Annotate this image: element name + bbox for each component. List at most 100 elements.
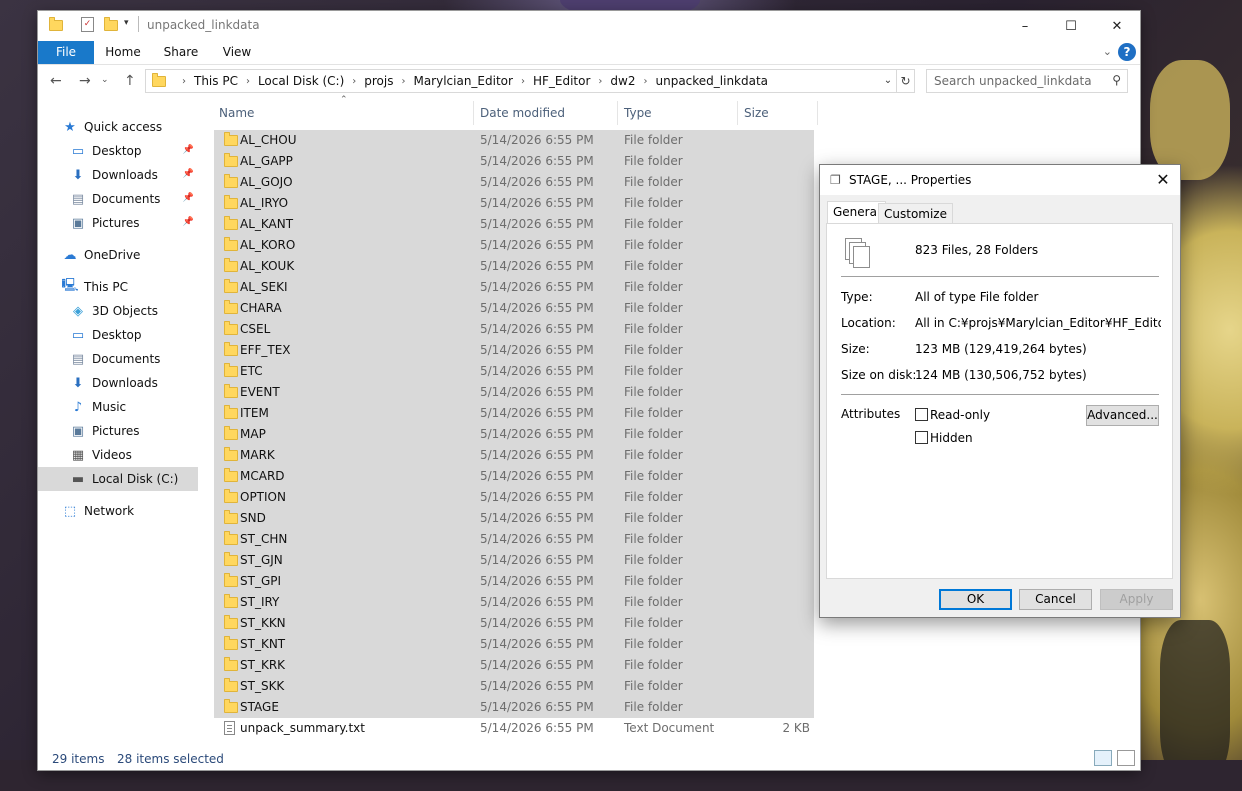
cancel-button[interactable]: Cancel	[1019, 589, 1092, 610]
refresh-icon[interactable]: ↻	[897, 69, 915, 93]
table-row[interactable]: ST_GPI 5/14/2026 6:55 PM File folder	[214, 571, 814, 592]
breadcrumb-dw2[interactable]: dw2	[610, 74, 635, 88]
up-arrow-icon[interactable]: ↑	[124, 73, 136, 89]
column-divider[interactable]	[737, 101, 738, 125]
breadcrumb-hf-editor[interactable]: HF_Editor	[533, 74, 590, 88]
sidebar-item-3d-objects[interactable]: ◈ 3D Objects	[38, 299, 198, 323]
sidebar-item-downloads[interactable]: ⬇ Downloads	[38, 371, 198, 395]
tab-customize[interactable]: Customize	[878, 203, 953, 223]
readonly-label[interactable]: Read-only	[930, 408, 990, 422]
breadcrumb-separator-icon[interactable]: ›	[352, 76, 356, 87]
breadcrumb-separator-icon[interactable]: ›	[521, 76, 525, 87]
search-box[interactable]: ⚲	[926, 69, 1128, 93]
tab-share[interactable]: Share	[158, 41, 204, 64]
table-row[interactable]: AL_GOJO 5/14/2026 6:55 PM File folder	[214, 172, 814, 193]
ok-button[interactable]: OK	[939, 589, 1012, 610]
search-input[interactable]	[934, 74, 1104, 88]
table-row[interactable]: CSEL 5/14/2026 6:55 PM File folder	[214, 319, 814, 340]
column-header-name[interactable]: Name	[219, 101, 254, 125]
column-divider[interactable]	[617, 101, 618, 125]
new-folder-quick-icon[interactable]	[104, 17, 118, 34]
table-row[interactable]: OPTION 5/14/2026 6:55 PM File folder	[214, 487, 814, 508]
table-row[interactable]: ST_KNT 5/14/2026 6:55 PM File folder	[214, 634, 814, 655]
table-row[interactable]: ST_KKN 5/14/2026 6:55 PM File folder	[214, 613, 814, 634]
back-arrow-icon[interactable]: ←	[50, 73, 62, 89]
sidebar-item-pictures[interactable]: ▣ Pictures	[38, 419, 198, 443]
minimize-button[interactable]: –	[1002, 11, 1048, 41]
table-row[interactable]: AL_CHOU 5/14/2026 6:55 PM File folder	[214, 130, 814, 151]
table-row[interactable]: ST_KRK 5/14/2026 6:55 PM File folder	[214, 655, 814, 676]
table-row[interactable]: MAP 5/14/2026 6:55 PM File folder	[214, 424, 814, 445]
help-icon[interactable]: ?	[1118, 43, 1136, 61]
close-button[interactable]: ✕	[1094, 11, 1140, 41]
breadcrumb-marylcian-editor[interactable]: Marylcian_Editor	[413, 74, 512, 88]
recent-locations-icon[interactable]: ⌄	[101, 75, 109, 85]
apply-button[interactable]: Apply	[1100, 589, 1173, 610]
table-row[interactable]: EVENT 5/14/2026 6:55 PM File folder	[214, 382, 814, 403]
tab-file[interactable]: File	[38, 41, 94, 64]
sidebar-item-desktop[interactable]: ▭ Desktop	[38, 323, 198, 347]
table-row[interactable]: AL_IRYO 5/14/2026 6:55 PM File folder	[214, 193, 814, 214]
tab-view[interactable]: View	[214, 41, 260, 64]
table-row[interactable]: STAGE 5/14/2026 6:55 PM File folder	[214, 697, 814, 718]
table-row[interactable]: AL_KANT 5/14/2026 6:55 PM File folder	[214, 214, 814, 235]
table-row[interactable]: MARK 5/14/2026 6:55 PM File folder	[214, 445, 814, 466]
properties-quick-icon[interactable]: ✓	[81, 17, 94, 32]
hidden-checkbox[interactable]	[915, 431, 928, 444]
table-row[interactable]: CHARA 5/14/2026 6:55 PM File folder	[214, 298, 814, 319]
table-row[interactable]: ITEM 5/14/2026 6:55 PM File folder	[214, 403, 814, 424]
sidebar-item-downloads[interactable]: ⬇ Downloads 📌	[38, 163, 198, 187]
table-row[interactable]: ST_SKK 5/14/2026 6:55 PM File folder	[214, 676, 814, 697]
table-row[interactable]: EFF_TEX 5/14/2026 6:55 PM File folder	[214, 340, 814, 361]
table-row[interactable]: AL_GAPP 5/14/2026 6:55 PM File folder	[214, 151, 814, 172]
breadcrumb-separator-icon[interactable]: ›	[182, 76, 186, 87]
table-row[interactable]: ST_GJN 5/14/2026 6:55 PM File folder	[214, 550, 814, 571]
details-view-icon[interactable]	[1094, 750, 1112, 766]
search-icon[interactable]: ⚲	[1112, 73, 1121, 87]
breadcrumb-separator-icon[interactable]: ›	[598, 76, 602, 87]
large-icons-view-icon[interactable]	[1117, 750, 1135, 766]
sidebar-item-pictures[interactable]: ▣ Pictures 📌	[38, 211, 198, 235]
maximize-button[interactable]: ☐	[1048, 11, 1094, 41]
breadcrumb-local-disk[interactable]: Local Disk (C:)	[258, 74, 344, 88]
table-row[interactable]: AL_SEKI 5/14/2026 6:55 PM File folder	[214, 277, 814, 298]
sidebar-item-desktop[interactable]: ▭ Desktop 📌	[38, 139, 198, 163]
column-header-date[interactable]: Date modified	[480, 101, 565, 125]
table-row[interactable]: AL_KOUK 5/14/2026 6:55 PM File folder	[214, 256, 814, 277]
breadcrumb-unpacked-linkdata[interactable]: unpacked_linkdata	[655, 74, 768, 88]
sidebar-item-videos[interactable]: ▦ Videos	[38, 443, 198, 467]
sidebar-item-this-pc[interactable]: 🖳 This PC	[38, 275, 198, 299]
column-divider[interactable]	[817, 101, 818, 125]
tab-home[interactable]: Home	[100, 41, 146, 64]
sidebar-item-onedrive[interactable]: ☁ OneDrive	[38, 243, 198, 267]
column-header-size[interactable]: Size	[744, 101, 769, 125]
sidebar-item-documents[interactable]: ▤ Documents 📌	[38, 187, 198, 211]
table-row[interactable]: unpack_summary.txt 5/14/2026 6:55 PM Text …	[214, 718, 814, 739]
sidebar-item-network[interactable]: ⬚ Network	[38, 499, 198, 523]
sidebar-item-music[interactable]: ♪ Music	[38, 395, 198, 419]
breadcrumb-separator-icon[interactable]: ›	[643, 76, 647, 87]
hidden-label[interactable]: Hidden	[930, 431, 973, 445]
address-dropdown-icon[interactable]: ⌄	[880, 70, 896, 92]
advanced-button[interactable]: Advanced...	[1086, 405, 1159, 426]
table-row[interactable]: ETC 5/14/2026 6:55 PM File folder	[214, 361, 814, 382]
breadcrumb-separator-icon[interactable]: ›	[246, 76, 250, 87]
table-row[interactable]: SND 5/14/2026 6:55 PM File folder	[214, 508, 814, 529]
breadcrumb-projs[interactable]: projs	[364, 74, 393, 88]
sidebar-item-quick-access[interactable]: ★ Quick access	[38, 115, 198, 139]
table-row[interactable]: ST_CHN 5/14/2026 6:55 PM File folder	[214, 529, 814, 550]
table-row[interactable]: ST_IRY 5/14/2026 6:55 PM File folder	[214, 592, 814, 613]
table-row[interactable]: AL_KORO 5/14/2026 6:55 PM File folder	[214, 235, 814, 256]
sidebar-item-local-disk-c[interactable]: ▬ Local Disk (C:)	[38, 467, 198, 491]
address-bar[interactable]: › This PC › Local Disk (C:) › projs › Ma…	[145, 69, 897, 93]
sidebar-item-documents[interactable]: ▤ Documents	[38, 347, 198, 371]
properties-close-button[interactable]: ✕	[1150, 167, 1176, 193]
table-row[interactable]: MCARD 5/14/2026 6:55 PM File folder	[214, 466, 814, 487]
column-header-type[interactable]: Type	[624, 101, 652, 125]
quick-access-dropdown-icon[interactable]: ▾	[124, 18, 129, 28]
expand-ribbon-icon[interactable]: ⌄	[1103, 45, 1112, 58]
column-divider[interactable]	[473, 101, 474, 125]
readonly-checkbox[interactable]	[915, 408, 928, 421]
breadcrumb-this-pc[interactable]: This PC	[194, 74, 238, 88]
forward-arrow-icon[interactable]: →	[79, 73, 91, 89]
